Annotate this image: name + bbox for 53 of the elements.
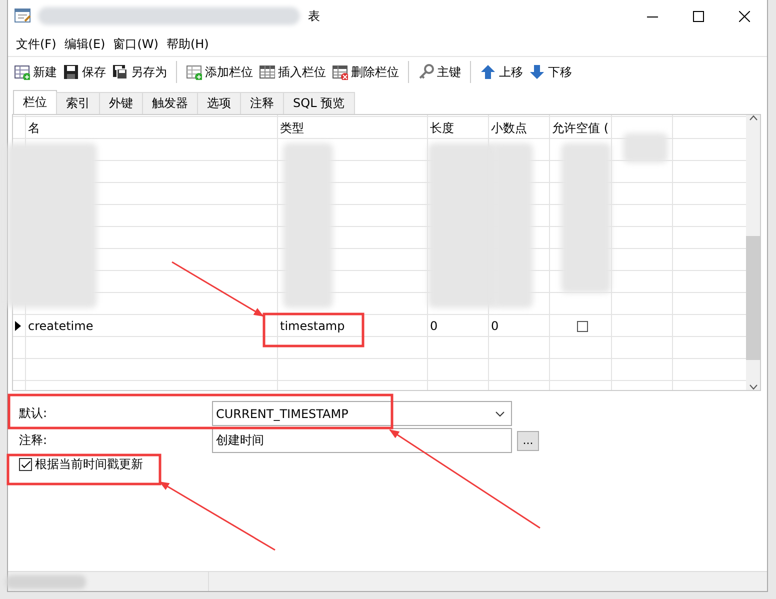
menu-item[interactable]: 编辑(E): [60, 34, 110, 54]
menu-item[interactable]: 文件(F): [12, 34, 60, 54]
table-cell-text: createtime: [28, 318, 94, 334]
field-label: 注释:: [19, 432, 48, 449]
toolbar-button[interactable]: 插入栏位: [256, 62, 329, 82]
blurred-region: [623, 133, 668, 163]
toolbar-button[interactable]: 另存为: [109, 62, 170, 82]
close-icon[interactable]: [738, 10, 750, 22]
scrollbar[interactable]: [746, 115, 760, 390]
column-header[interactable]: 类型: [278, 117, 428, 139]
tab[interactable]: 触发器: [142, 92, 198, 114]
toolbar-button[interactable]: 新建: [11, 62, 60, 82]
table-icon: [14, 8, 32, 24]
maximize-icon[interactable]: [692, 10, 704, 22]
new-table-icon: [14, 64, 30, 80]
toolbar-button[interactable]: 保存: [60, 62, 109, 82]
window-title: 表: [308, 8, 320, 24]
input-field[interactable]: 创建时间: [212, 428, 512, 453]
toolbar-button[interactable]: 删除栏位: [329, 62, 402, 82]
tab[interactable]: 外键: [99, 92, 143, 114]
table-cell-text: 0: [430, 318, 438, 334]
toolbar-button[interactable]: 添加栏位: [183, 62, 256, 82]
toolbar-button[interactable]: 下移: [526, 62, 575, 82]
menu-item[interactable]: 窗口(W): [109, 34, 162, 54]
toolbar-button[interactable]: 上移: [477, 62, 526, 82]
tab[interactable]: 选项: [197, 92, 241, 114]
column-header[interactable]: 名: [26, 117, 278, 139]
checkbox[interactable]: [19, 458, 32, 471]
checkbox[interactable]: [576, 320, 588, 332]
up-arrow-icon: [480, 64, 496, 80]
insert-column-icon: [259, 64, 275, 80]
table-cell-text: 0: [491, 318, 499, 334]
tab[interactable]: 注释: [240, 92, 284, 114]
column-header[interactable]: 小数点: [489, 117, 550, 139]
column-header[interactable]: 允许空值 (: [550, 117, 612, 139]
key-icon: [418, 64, 434, 80]
menu-item[interactable]: 帮助(H): [162, 34, 213, 54]
tab[interactable]: SQL 预览: [283, 92, 355, 114]
browse-button[interactable]: ...: [517, 430, 539, 450]
caret-icon: [495, 410, 505, 416]
tab[interactable]: 栏位: [13, 90, 57, 114]
toolbar-button[interactable]: 主键: [415, 62, 464, 82]
scroll-up-icon: [748, 115, 758, 121]
dropdown-field[interactable]: CURRENT_TIMESTAMP: [212, 401, 512, 426]
tab[interactable]: 索引: [56, 92, 100, 114]
scroll-down-icon: [748, 384, 758, 390]
delete-column-icon: [332, 64, 348, 80]
field-label: 默认:: [19, 405, 48, 422]
table-cell-text: timestamp: [280, 318, 345, 334]
checkbox-label: 根据当前时间戳更新: [35, 456, 143, 473]
down-arrow-icon: [529, 64, 545, 80]
column-header[interactable]: 长度: [428, 117, 489, 139]
add-column-icon: [186, 64, 202, 80]
